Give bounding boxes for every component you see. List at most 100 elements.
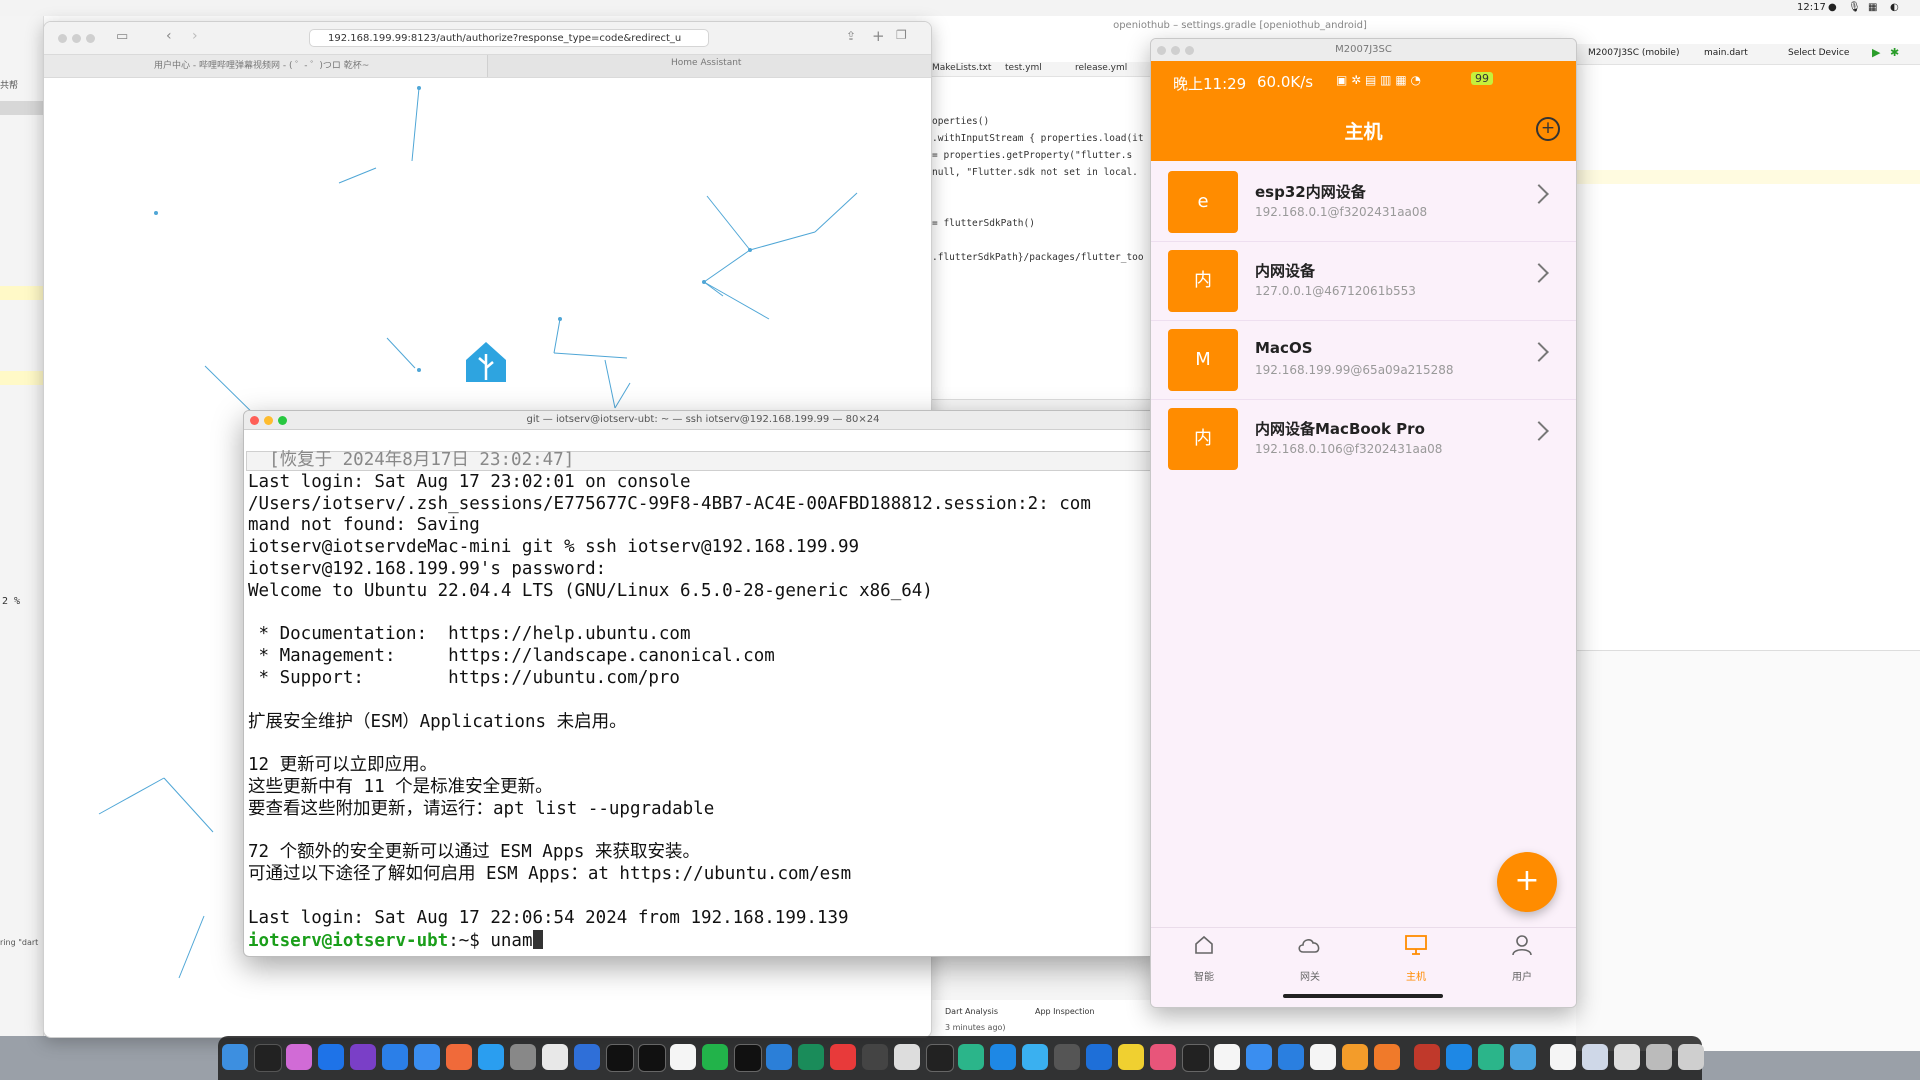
microphone-icon[interactable]: 🎙 — [1848, 2, 1861, 13]
photos-icon[interactable] — [446, 1044, 472, 1070]
ide-icon[interactable] — [1086, 1044, 1112, 1070]
home-app-icon[interactable] — [1342, 1044, 1368, 1070]
select-device-button[interactable]: Select Device — [1788, 48, 1849, 58]
user-icon[interactable]: ● — [1828, 2, 1837, 13]
plexus-dot — [154, 211, 158, 215]
ide-bottom-tab[interactable]: App Inspection — [1035, 1007, 1095, 1016]
mac-menubar: 12:17 ● 🎙 ▦ ◐ — [0, 0, 1920, 17]
chrome-icon[interactable] — [542, 1044, 568, 1070]
window-icon[interactable] — [1614, 1044, 1640, 1070]
capcut-icon[interactable] — [734, 1044, 762, 1072]
qq-icon[interactable] — [670, 1044, 696, 1070]
network-icon[interactable] — [1054, 1044, 1080, 1070]
run-icon[interactable]: ▶ — [1872, 46, 1880, 59]
device-row[interactable]: 内 内网设备 127.0.0.1@46712061b553 — [1151, 242, 1576, 321]
nav-item-smart[interactable]: 智能 — [1151, 928, 1257, 988]
emulator-app-icon[interactable] — [1478, 1044, 1504, 1070]
android-studio-icon[interactable] — [958, 1044, 984, 1070]
ide-bottom-tab[interactable]: Dart Analysis — [945, 1007, 998, 1016]
command-input[interactable]: unam — [490, 931, 532, 951]
close-icon[interactable] — [1157, 46, 1166, 55]
restored-banner: [恢复于 2024年8月17日 23:02:47] — [248, 450, 575, 470]
device-row[interactable]: 内 内网设备MacBook Pro 192.168.0.106@f3202431… — [1151, 400, 1576, 478]
recorder-icon[interactable] — [1414, 1044, 1440, 1070]
minimize-icon[interactable] — [1171, 46, 1180, 55]
browser-tab[interactable]: 用户中心 - 哔哩哔哩弹幕视频网 - ( ゜- ゜)つロ 乾杯~ — [154, 58, 369, 74]
preview-icon[interactable] — [894, 1044, 920, 1070]
plexus-dot — [417, 86, 421, 90]
wechat-icon[interactable] — [702, 1044, 728, 1070]
vscode-icon[interactable] — [766, 1044, 792, 1070]
nav-item-host[interactable]: 主机 — [1363, 928, 1469, 988]
ide-left-gutter — [0, 16, 44, 1036]
back-icon[interactable]: ‹ — [166, 28, 172, 44]
remote-desktop-icon[interactable] — [1446, 1044, 1472, 1070]
document-icon[interactable] — [1550, 1044, 1576, 1070]
rider-icon[interactable] — [1182, 1044, 1210, 1072]
finder-icon[interactable] — [222, 1044, 248, 1070]
trash-icon[interactable] — [1678, 1044, 1704, 1070]
device-row[interactable]: M MacOS 192.168.199.99@65a09a215288 — [1151, 321, 1576, 400]
app-icon[interactable] — [1278, 1044, 1304, 1070]
new-tab-icon[interactable]: + — [872, 27, 885, 45]
address-bar[interactable]: 192.168.199.99:8123/auth/authorize?respo… — [309, 29, 709, 47]
calendar-icon[interactable] — [1310, 1044, 1336, 1070]
device-selector[interactable]: M2007J3SC (mobile) — [1588, 48, 1679, 58]
datagrip-icon[interactable] — [638, 1044, 666, 1072]
translate-icon[interactable] — [1246, 1044, 1272, 1070]
browser-tab[interactable]: Home Assistant — [671, 58, 741, 74]
editor-tab[interactable]: release.yml — [1075, 63, 1127, 73]
control-center-icon[interactable]: ◐ — [1890, 2, 1899, 13]
system-settings-icon[interactable] — [510, 1044, 536, 1070]
notes-icon[interactable] — [1118, 1044, 1144, 1070]
stats-icon[interactable] — [862, 1044, 888, 1070]
goland-icon[interactable] — [606, 1044, 634, 1072]
terminal-window[interactable]: git — iotserv@iotserv-ubt: ~ — ssh iotse… — [243, 410, 1163, 957]
add-circle-icon[interactable]: + — [1536, 117, 1560, 141]
nav-item-gateway[interactable]: 网关 — [1257, 928, 1363, 988]
app-store-icon[interactable] — [478, 1044, 504, 1070]
onenote-icon[interactable] — [350, 1044, 376, 1070]
clion-icon[interactable] — [926, 1044, 954, 1072]
debug-icon[interactable]: ✱ — [1890, 46, 1899, 59]
safari-icon[interactable] — [382, 1044, 408, 1070]
editor-tab[interactable]: test.yml — [1005, 63, 1042, 73]
facetime-icon[interactable] — [1022, 1044, 1048, 1070]
nav-item-user[interactable]: 用户 — [1469, 928, 1575, 988]
music-icon[interactable] — [1150, 1044, 1176, 1070]
minimize-icon[interactable] — [72, 34, 81, 43]
typora-icon[interactable] — [1214, 1044, 1240, 1070]
device-row[interactable]: e esp32内网设备 192.168.0.1@f3202431aa08 — [1151, 163, 1576, 242]
add-host-fab[interactable]: + — [1497, 852, 1557, 912]
pycharm-icon[interactable] — [798, 1044, 824, 1070]
forward-icon[interactable]: › — [192, 28, 198, 44]
terminal-app-icon[interactable] — [254, 1044, 282, 1072]
todo-app-icon[interactable] — [318, 1044, 344, 1070]
quicktime-icon[interactable] — [1510, 1044, 1536, 1070]
netease-music-icon[interactable] — [830, 1044, 856, 1070]
menubar-clock[interactable]: 12:17 — [1797, 2, 1826, 13]
sourcetree-icon[interactable] — [574, 1044, 600, 1070]
grid-icon[interactable]: ▦ — [1868, 2, 1877, 13]
prompt-path: :~$ — [448, 930, 491, 951]
sidebar-icon[interactable]: ▭ — [116, 29, 128, 44]
home-assistant-app-icon[interactable] — [1374, 1044, 1400, 1070]
terminal-line: 扩展安全维护（ESM）Applications 未启用。 — [248, 711, 627, 732]
editor-tab[interactable]: MakeLists.txt — [932, 63, 991, 73]
folder-icon[interactable] — [1582, 1044, 1608, 1070]
close-icon[interactable] — [58, 34, 67, 43]
terminal-content[interactable]: [恢复于 2024年8月17日 23:02:47] Last login: Sa… — [248, 450, 1153, 951]
launchpad-icon[interactable] — [286, 1044, 312, 1070]
tabs-overview-icon[interactable]: ❐ — [896, 28, 907, 42]
plexus-dot — [702, 280, 706, 284]
target-selector[interactable]: main.dart — [1704, 48, 1748, 58]
screen-icon[interactable] — [1646, 1044, 1672, 1070]
chevron-right-icon — [1529, 263, 1549, 283]
azure-icon[interactable] — [990, 1044, 1016, 1070]
maximize-icon[interactable] — [86, 34, 95, 43]
maximize-icon[interactable] — [1185, 46, 1194, 55]
terminal-prompt-line[interactable]: iotserv@iotserv-ubt:~$ unam — [248, 929, 1153, 952]
share-icon[interactable]: ⇪ — [846, 29, 856, 43]
mail-icon[interactable] — [414, 1044, 440, 1070]
